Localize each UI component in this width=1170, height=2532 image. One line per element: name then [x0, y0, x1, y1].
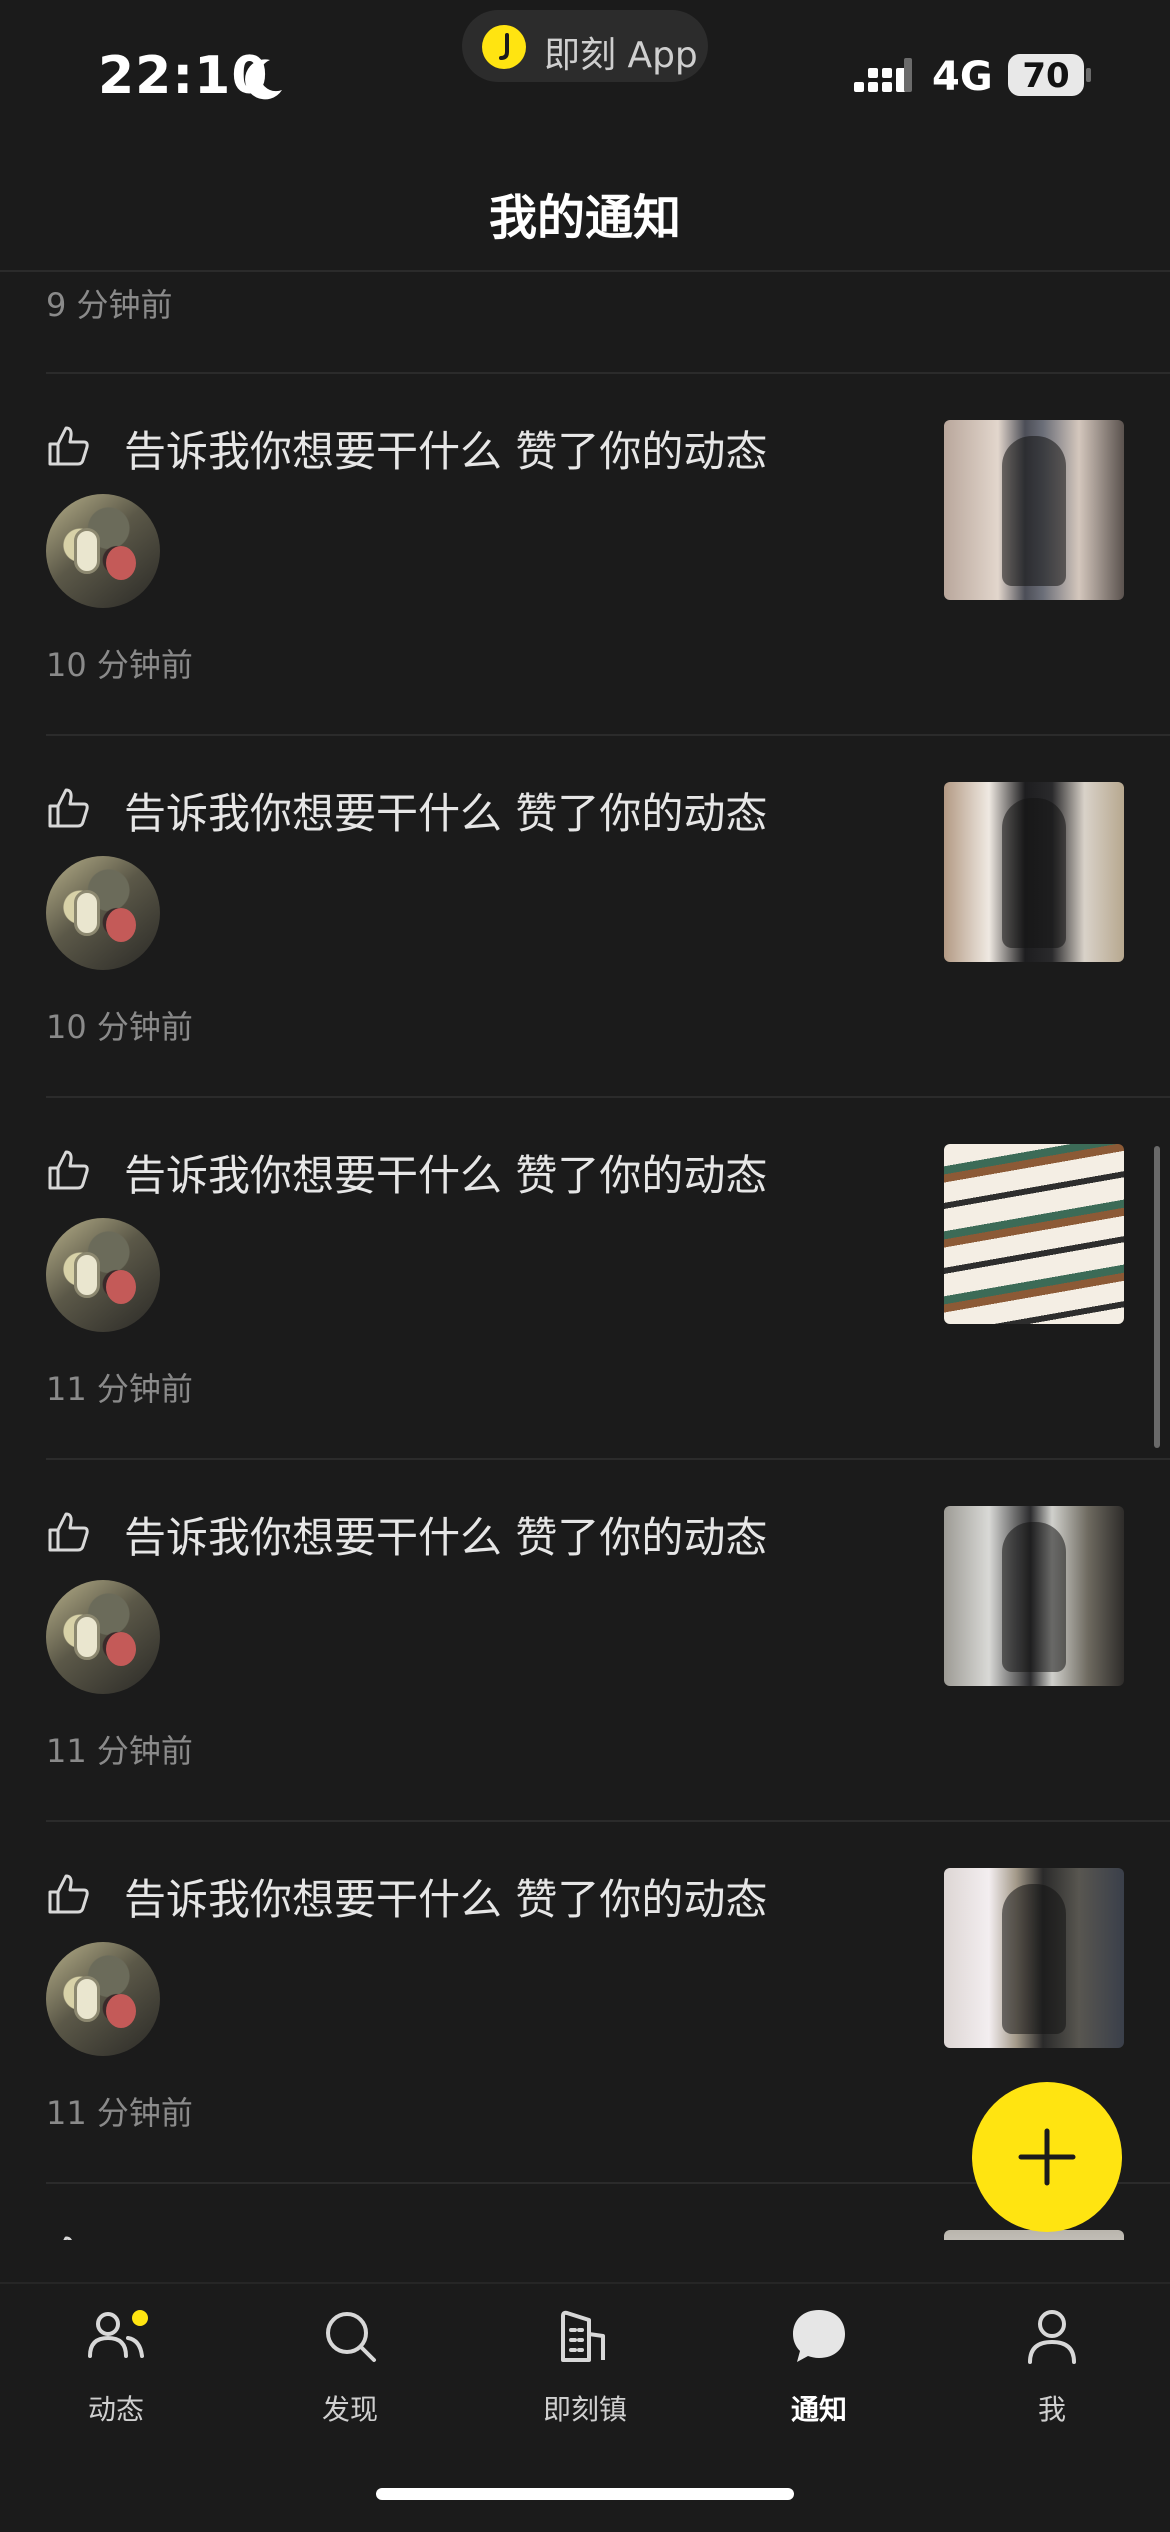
tab-feed[interactable]: 动态 — [36, 2306, 196, 2446]
signal-icon — [854, 58, 912, 92]
post-thumbnail[interactable] — [944, 2230, 1124, 2240]
app-pill-label: 即刻 App — [544, 35, 698, 76]
partial-item-time: 9 分钟前 — [46, 286, 173, 324]
moon-icon — [245, 59, 282, 100]
tab-label: 我 — [1037, 2393, 1066, 2426]
notification-item[interactable]: 告诉我你想要干什么 赞了你的动态 10 分钟前 — [0, 374, 1170, 736]
thumbs-up-icon — [63, 2236, 72, 2240]
thumbs-up-icon — [48, 1874, 89, 1914]
tab-label: 发现 — [321, 2393, 378, 2426]
network-label: 4G — [932, 54, 993, 100]
notification-text: 告诉我你想要干什么 赞了你的动态 — [124, 1513, 768, 1562]
home-indicator[interactable] — [376, 2488, 794, 2500]
search-icon — [326, 2312, 376, 2362]
avatar-detail — [74, 890, 100, 936]
avatar-detail — [74, 1976, 100, 2022]
battery-tip — [1086, 68, 1091, 82]
thumbs-up-icon — [48, 1150, 89, 1190]
tab-label: 即刻镇 — [542, 2393, 627, 2426]
plus-icon — [1018, 2128, 1076, 2186]
tab-town[interactable]: 即刻镇 — [505, 2306, 665, 2446]
notification-time: 11 分钟前 — [46, 1732, 193, 1770]
thumbs-up-icon — [48, 426, 89, 466]
jike-logo-icon — [482, 25, 526, 69]
user-avatar[interactable] — [46, 1218, 160, 1332]
avatar-detail — [106, 908, 136, 942]
thumbnail-figure — [1002, 798, 1066, 948]
tab-label: 通知 — [790, 2393, 847, 2426]
tab-label: 动态 — [87, 2393, 144, 2426]
thumbnail-figure — [1002, 436, 1066, 586]
notification-item[interactable]: 告诉我你想要干什么 赞了你的动态 10 分钟前 — [0, 736, 1170, 1098]
status-bar: 22:10 即刻 App 4G 70 — [0, 0, 1170, 140]
notification-text: 告诉我你想要干什么 赞了你的动态 — [124, 1151, 768, 1200]
page-title: 我的通知 — [488, 190, 681, 246]
tab-notifications[interactable]: 通知 — [739, 2306, 899, 2446]
post-thumbnail[interactable] — [944, 1868, 1124, 2048]
notification-time: 11 分钟前 — [46, 1370, 193, 1408]
new-badge-dot — [132, 2310, 148, 2326]
post-thumbnail[interactable] — [944, 782, 1124, 962]
avatar-detail — [106, 1632, 136, 1666]
user-avatar[interactable] — [46, 856, 160, 970]
create-post-button[interactable] — [972, 2082, 1122, 2232]
tab-me[interactable]: 我 — [972, 2306, 1132, 2446]
avatar-detail — [106, 1994, 136, 2028]
user-avatar[interactable] — [46, 494, 160, 608]
notification-time: 10 分钟前 — [46, 646, 193, 684]
chat-bubble-icon — [793, 2310, 845, 2362]
thumbs-up-icon — [48, 1512, 89, 1552]
user-avatar[interactable] — [46, 1580, 160, 1694]
building-icon — [561, 2310, 605, 2362]
thumbs-up-icon — [48, 788, 89, 828]
notification-time: 11 分钟前 — [46, 2094, 193, 2132]
post-thumbnail[interactable] — [944, 420, 1124, 600]
tab-discover[interactable]: 发现 — [270, 2306, 430, 2446]
avatar-detail — [74, 528, 100, 574]
notification-list[interactable]: 9 分钟前 告诉我你想要干什么 赞了你的动态 10 分钟前 告诉我你想要干什么 … — [0, 272, 1170, 2240]
user-avatar[interactable] — [46, 1942, 160, 2056]
avatar-detail — [106, 1270, 136, 1304]
notification-text: 告诉我你想要干什么 赞了你的动态 — [124, 427, 768, 476]
notification-text: 告诉我你想要干什么 赞了你的动态 — [124, 789, 768, 838]
notification-time: 10 分钟前 — [46, 1008, 193, 1046]
notification-text: 告诉我你想要干什么 赞了你的动态 — [124, 1875, 768, 1924]
post-thumbnail[interactable] — [944, 1506, 1124, 1686]
person-icon — [1028, 2310, 1076, 2364]
app-screen: 22:10 即刻 App 4G 70 我的通知 9 分钟前 告诉我你想要干什么 … — [0, 0, 1170, 2532]
avatar-detail — [106, 546, 136, 580]
notification-item[interactable]: 告诉我你想要干什么 赞了你的动态 11 分钟前 — [0, 1098, 1170, 1460]
notification-item[interactable]: 告诉我你想要干什么 赞了你的动态 11 分钟前 — [0, 1460, 1170, 1822]
avatar-detail — [74, 1252, 100, 1298]
battery-icon: 70 — [1008, 54, 1091, 96]
avatar-detail — [74, 1614, 100, 1660]
scrollbar[interactable] — [1154, 1146, 1160, 1448]
back-to-app-pill[interactable]: 即刻 App — [462, 10, 708, 82]
notification-text: 告诉我你想要干什么 赞了你的动态 — [124, 2228, 767, 2240]
battery-level: 70 — [1022, 56, 1070, 96]
thumbnail-figure — [1002, 1884, 1066, 2034]
thumbnail-figure — [1002, 1522, 1066, 1672]
post-thumbnail[interactable] — [944, 1144, 1124, 1324]
